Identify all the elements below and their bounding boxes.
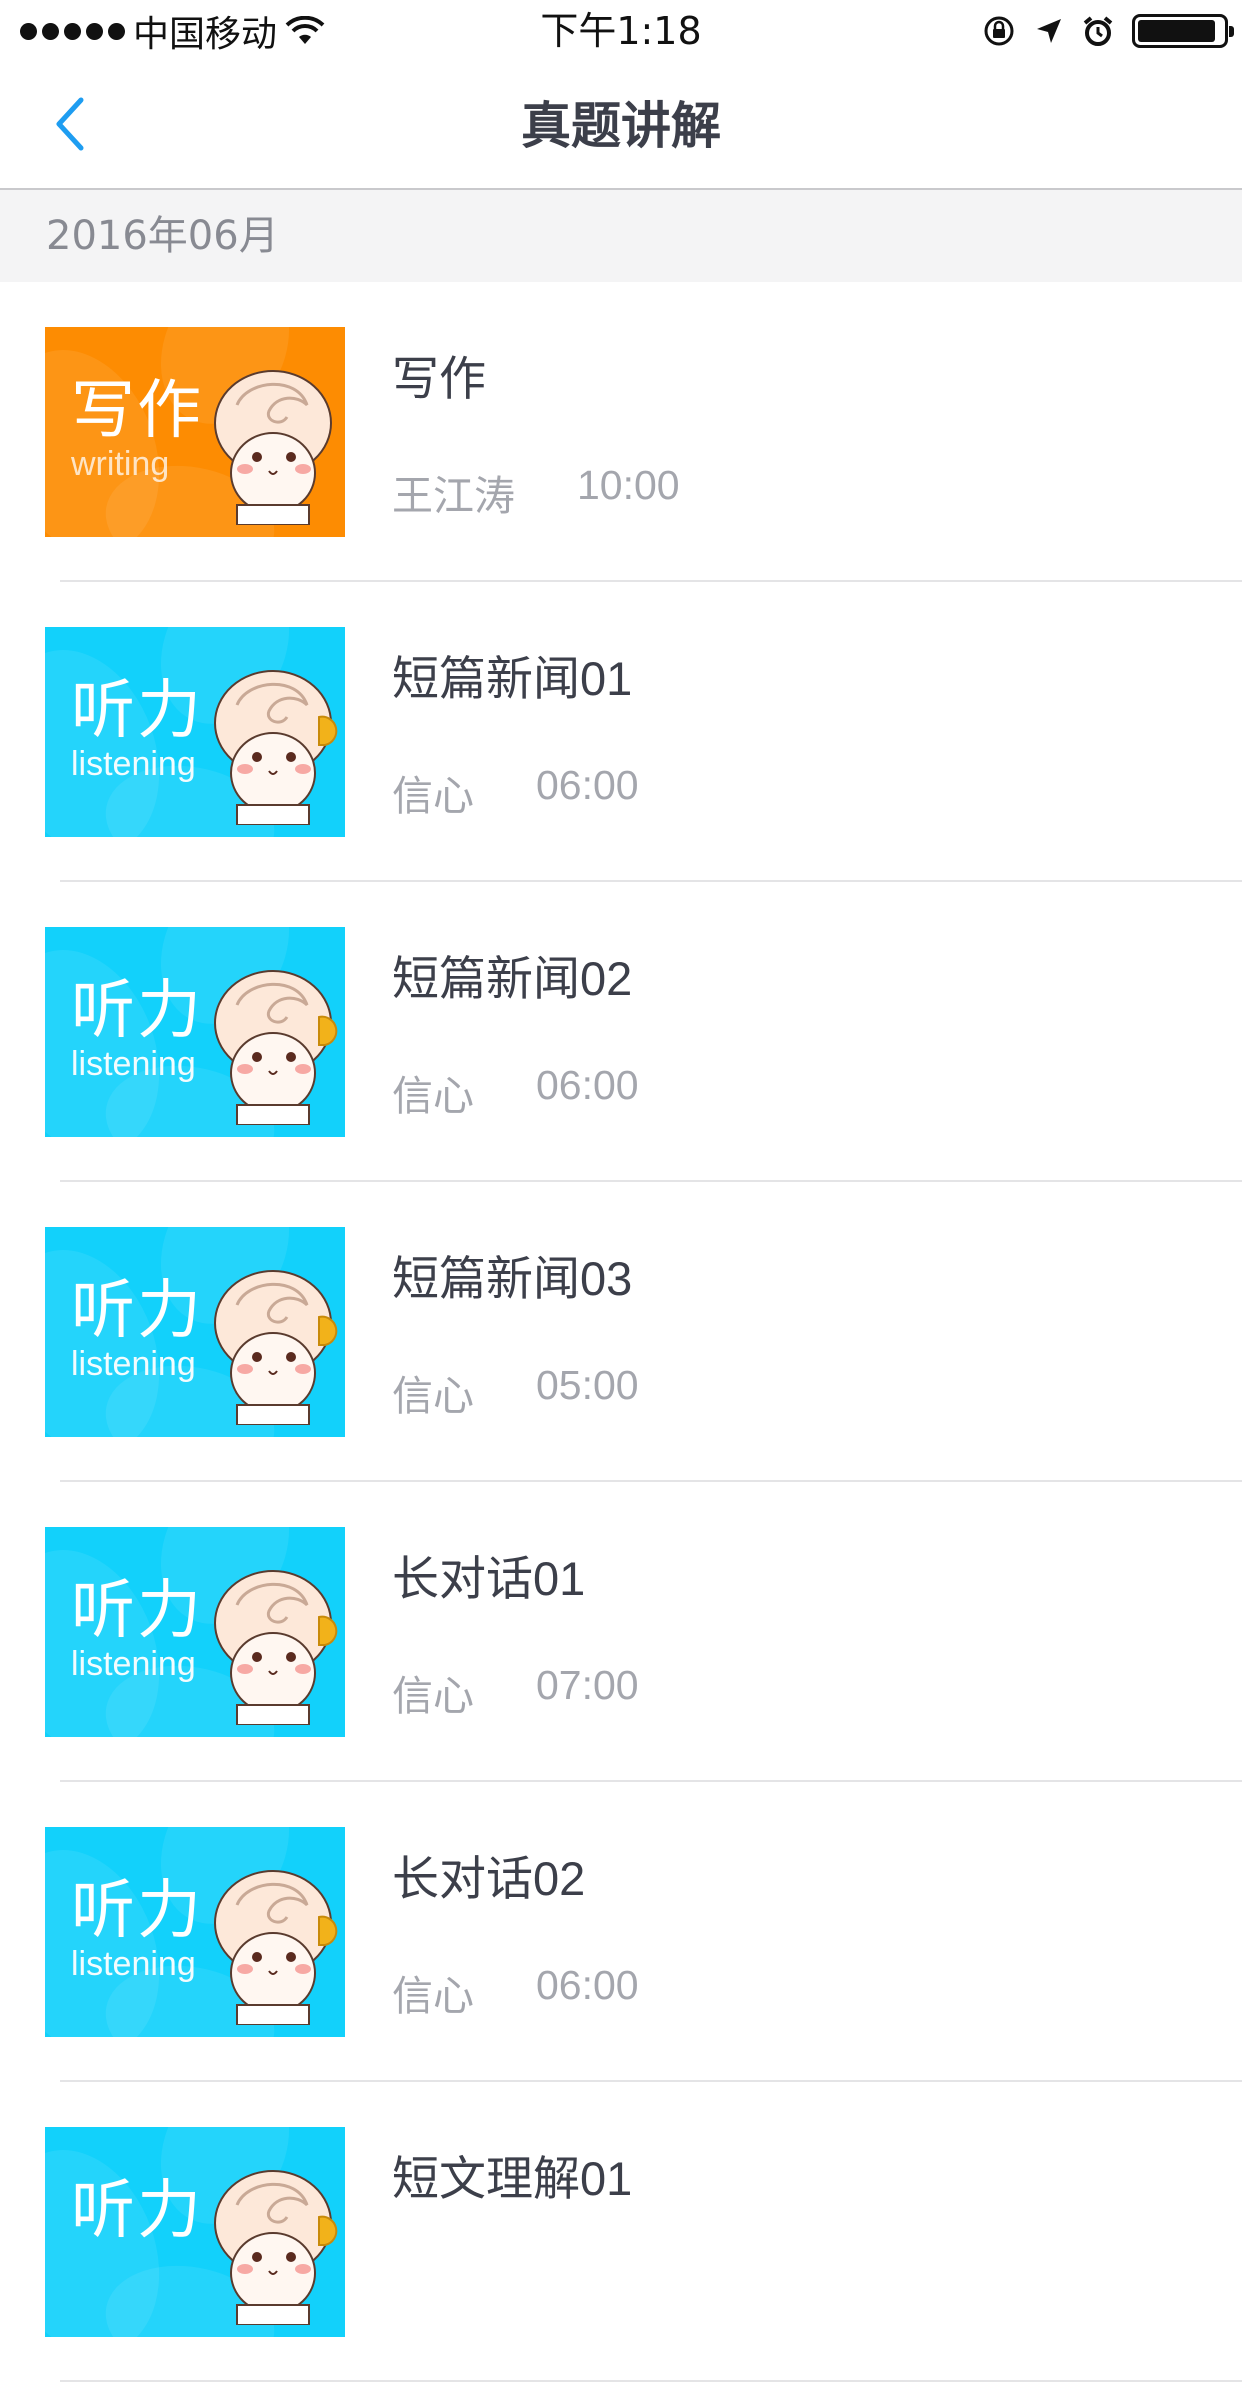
lecture-meta: 信心 07:00 bbox=[392, 1662, 639, 1722]
lecture-thumbnail: 听力 listening bbox=[45, 1527, 345, 1737]
mascot-icon bbox=[214, 1570, 338, 1725]
lecture-duration: 07:00 bbox=[536, 1662, 639, 1708]
thumbnail-category-cn: 听力 bbox=[71, 974, 203, 1046]
lecture-duration: 10:00 bbox=[577, 462, 680, 508]
lecture-meta: 信心 06:00 bbox=[392, 1062, 639, 1122]
lecture-title: 短篇新闻01 bbox=[392, 652, 633, 705]
lecture-title: 写作 bbox=[392, 352, 486, 405]
lecture-list: 写作 writing 写作 王江涛 10:00 听力 listening 短篇新… bbox=[0, 282, 1242, 2382]
thumbnail-category-en: writing bbox=[71, 445, 170, 483]
lecture-duration: 06:00 bbox=[536, 762, 639, 808]
battery-icon bbox=[1132, 14, 1234, 48]
lecture-meta: 信心 05:00 bbox=[392, 1362, 639, 1422]
lecture-duration: 05:00 bbox=[536, 1362, 639, 1408]
lecture-list-item[interactable]: 听力 listening 短篇新闻03 信心 05:00 bbox=[0, 1182, 1242, 1482]
lecture-meta: 王江涛 10:00 bbox=[392, 462, 680, 522]
lecture-list-item[interactable]: 听力 listening 长对话01 信心 07:00 bbox=[0, 1482, 1242, 1782]
location-icon bbox=[1037, 19, 1061, 43]
mascot-icon bbox=[214, 970, 338, 1125]
lecture-thumbnail: 听力 listening bbox=[45, 1827, 345, 2037]
lecture-title: 长对话01 bbox=[392, 1552, 586, 1605]
lecture-title: 短篇新闻03 bbox=[392, 1252, 633, 1305]
thumbnail-category-en: listening bbox=[71, 745, 196, 783]
thumbnail-category-cn: 听力 bbox=[71, 1274, 203, 1346]
lecture-thumbnail: 听力 listening bbox=[45, 627, 345, 837]
lecture-thumbnail: 听力 listening bbox=[45, 1227, 345, 1437]
lecture-list-item[interactable]: 听力 listening 长对话02 信心 06:00 bbox=[0, 1782, 1242, 2082]
thumbnail-category-cn: 写作 bbox=[71, 374, 203, 446]
mascot-icon bbox=[214, 670, 338, 825]
lecture-author: 信心 bbox=[392, 1073, 474, 1119]
thumbnail-category-cn: 听力 bbox=[71, 1574, 203, 1646]
lecture-thumbnail: 写作 writing bbox=[45, 327, 345, 537]
lecture-duration: 06:00 bbox=[536, 1062, 639, 1108]
lecture-duration: 06:00 bbox=[536, 1962, 639, 2008]
mascot-icon bbox=[214, 1270, 338, 1425]
section-header: 2016年06月 bbox=[0, 190, 1242, 282]
lecture-thumbnail: 听力 listening bbox=[45, 927, 345, 1137]
lecture-title: 长对话02 bbox=[392, 1852, 586, 1905]
lecture-author: 王江涛 bbox=[392, 473, 515, 519]
mascot-icon bbox=[214, 2170, 338, 2325]
section-date-label: 2016年06月 bbox=[46, 213, 279, 259]
lecture-list-item[interactable]: 听力 短文理解01 bbox=[0, 2082, 1242, 2382]
lecture-author: 信心 bbox=[392, 1373, 474, 1419]
lecture-meta: 信心 06:00 bbox=[392, 1962, 639, 2022]
alarm-icon bbox=[1083, 16, 1113, 46]
thumbnail-category-cn: 听力 bbox=[71, 1874, 203, 1946]
thumbnail-category-en: listening bbox=[71, 1345, 196, 1383]
page-title: 真题讲解 bbox=[521, 97, 721, 155]
lecture-meta: 信心 06:00 bbox=[392, 762, 639, 822]
lecture-title: 短篇新闻02 bbox=[392, 952, 633, 1005]
lecture-list-item[interactable]: 听力 listening 短篇新闻01 信心 06:00 bbox=[0, 582, 1242, 882]
navigation-bar: 真题讲解 bbox=[0, 62, 1242, 190]
lecture-thumbnail: 听力 bbox=[45, 2127, 345, 2337]
rotation-lock-icon bbox=[984, 16, 1014, 46]
mascot-icon bbox=[214, 370, 332, 525]
thumbnail-category-en: listening bbox=[71, 1045, 196, 1083]
thumbnail-category-cn: 听力 bbox=[71, 2174, 203, 2246]
lecture-title: 短文理解01 bbox=[392, 2152, 633, 2205]
lecture-author: 信心 bbox=[392, 1973, 474, 2019]
thumbnail-category-cn: 听力 bbox=[71, 674, 203, 746]
thumbnail-category-en: listening bbox=[71, 1945, 196, 1983]
lecture-author: 信心 bbox=[392, 773, 474, 819]
lecture-list-item[interactable]: 听力 listening 短篇新闻02 信心 06:00 bbox=[0, 882, 1242, 1182]
status-bar: 中国移动 下午1:18 bbox=[0, 0, 1242, 62]
lecture-list-item[interactable]: 写作 writing 写作 王江涛 10:00 bbox=[0, 282, 1242, 582]
status-icons bbox=[982, 8, 1234, 54]
thumbnail-category-en: listening bbox=[71, 1645, 196, 1683]
mascot-icon bbox=[214, 1870, 338, 2025]
lecture-author: 信心 bbox=[392, 1673, 474, 1719]
